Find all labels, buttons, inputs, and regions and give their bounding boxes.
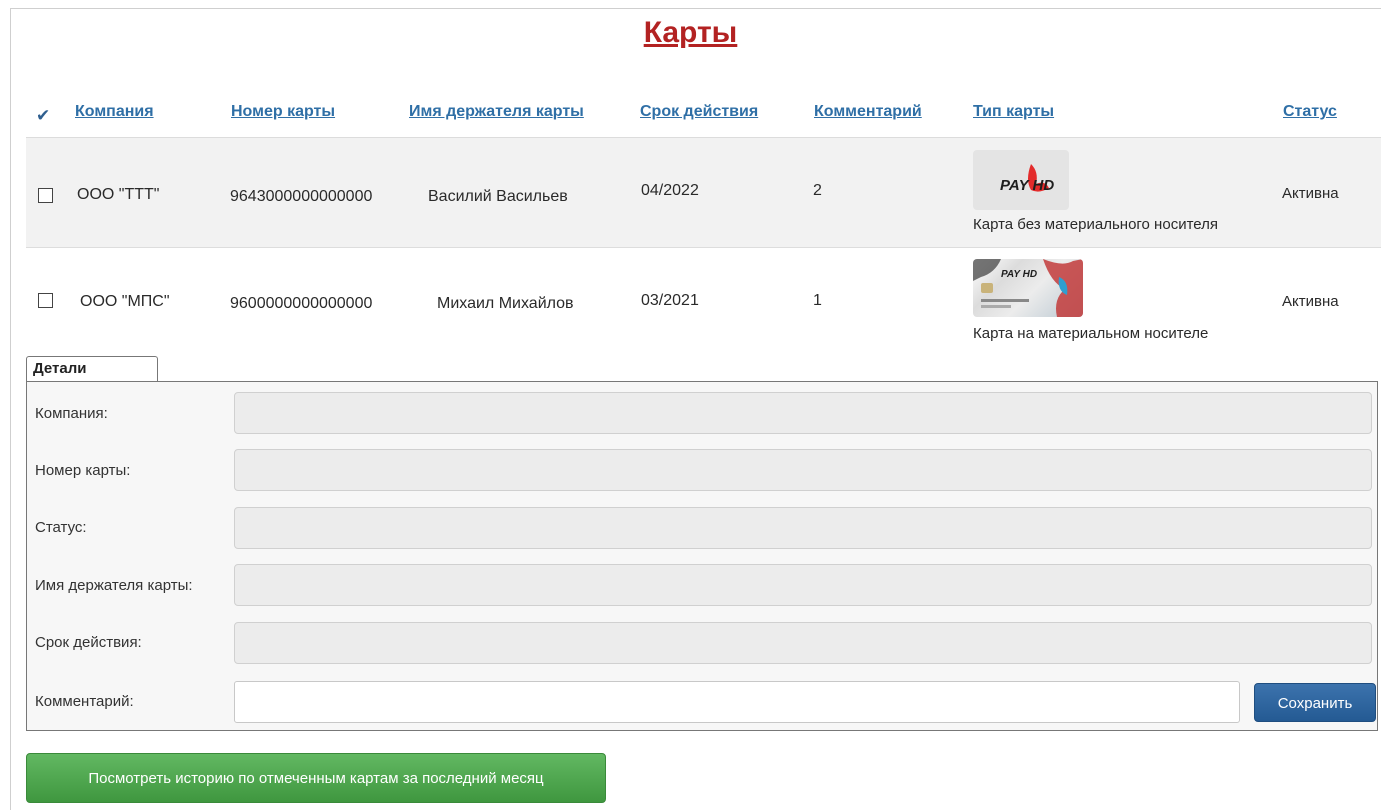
detail-label-comment: Комментарий: xyxy=(35,693,134,710)
row-card-type: Карта на материальном носителе xyxy=(973,325,1209,342)
row-holder: Василий Васильев xyxy=(428,188,568,205)
column-header-company[interactable]: Компания xyxy=(75,103,154,121)
column-header-card-number[interactable]: Номер карты xyxy=(231,103,335,121)
detail-field-company xyxy=(234,392,1372,434)
row-company: ООО "ТТТ" xyxy=(77,186,160,203)
column-header-status[interactable]: Статус xyxy=(1283,103,1337,121)
row-comment: 2 xyxy=(813,182,822,199)
column-header-expiry[interactable]: Срок действия xyxy=(640,103,758,121)
row-card-type: Карта без материального носителя xyxy=(973,216,1218,233)
detail-field-status xyxy=(234,507,1372,549)
row-status: Активна xyxy=(1282,293,1339,310)
detail-label-company: Компания: xyxy=(35,405,108,422)
detail-field-card-number xyxy=(234,449,1372,491)
row-expiry: 03/2021 xyxy=(641,292,699,309)
view-history-button[interactable]: Посмотреть историю по отмеченным картам … xyxy=(26,753,606,803)
detail-label-expiry: Срок действия: xyxy=(35,634,142,651)
row-status: Активна xyxy=(1282,185,1339,202)
pay-hd-physical-card-icon: PAY HD xyxy=(973,259,1083,317)
row-company: ООО "МПС" xyxy=(80,293,170,310)
comment-input[interactable] xyxy=(234,681,1240,723)
save-button[interactable]: Сохранить xyxy=(1254,683,1376,722)
detail-label-status: Статус: xyxy=(35,519,87,536)
column-header-card-type[interactable]: Тип карты xyxy=(973,103,1054,121)
tab-details[interactable]: Детали xyxy=(26,356,158,382)
card-logo: PAY HD xyxy=(1000,177,1054,194)
row-checkbox[interactable] xyxy=(38,188,53,203)
row-card-number: 9643000000000000 xyxy=(230,188,373,205)
row-holder: Михаил Михайлов xyxy=(437,295,574,312)
detail-field-holder xyxy=(234,564,1372,606)
row-comment: 1 xyxy=(813,292,822,309)
page-title: Карты xyxy=(643,16,738,49)
select-all-checkmark-icon[interactable]: ✔ xyxy=(36,106,50,126)
column-header-comment[interactable]: Комментарий xyxy=(814,103,922,121)
detail-label-card-number: Номер карты: xyxy=(35,462,131,479)
row-checkbox[interactable] xyxy=(38,293,53,308)
detail-label-holder: Имя держателя карты: xyxy=(35,577,193,594)
detail-field-expiry xyxy=(234,622,1372,664)
column-header-holder[interactable]: Имя держателя карты xyxy=(409,103,584,121)
pay-hd-virtual-card-icon: PAY HD xyxy=(973,150,1069,210)
card-logo: PAY HD xyxy=(1001,269,1037,280)
row-card-number: 9600000000000000 xyxy=(230,295,373,312)
row-expiry: 04/2022 xyxy=(641,182,699,199)
